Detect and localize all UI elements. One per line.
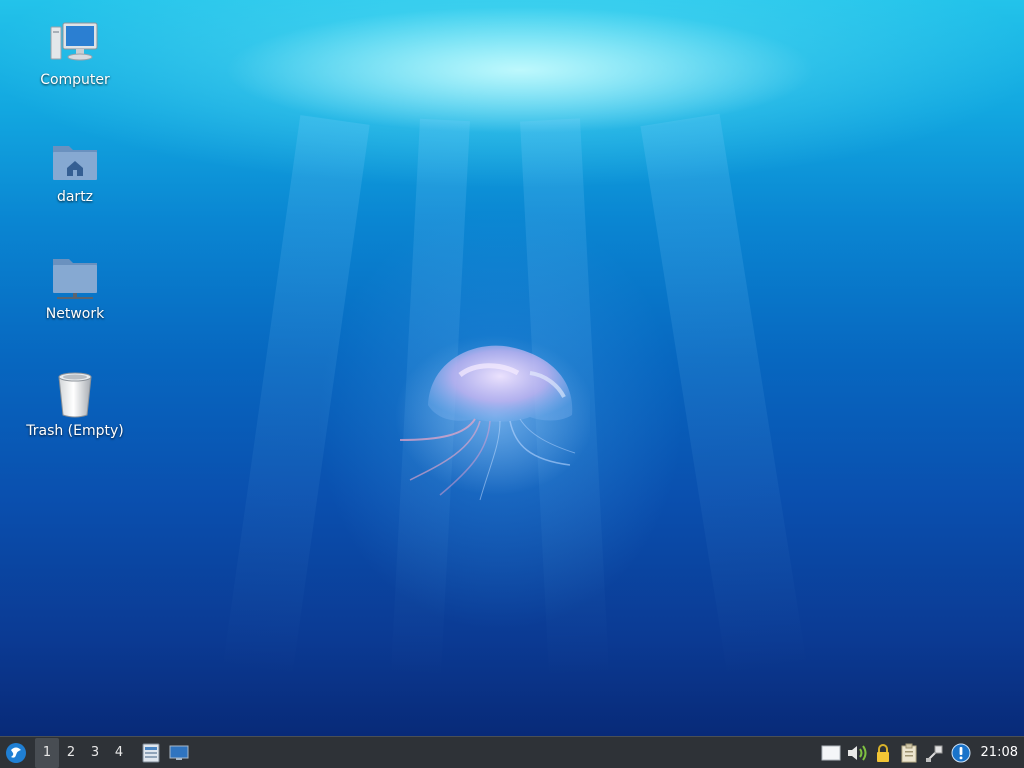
clipboard-icon bbox=[901, 743, 917, 762]
taskbar: 1 2 3 4 21:08 bbox=[0, 736, 1024, 768]
volume-icon bbox=[847, 744, 867, 761]
clock[interactable]: 21:08 bbox=[981, 745, 1018, 760]
workspace-switcher: 1 2 3 4 bbox=[35, 737, 131, 768]
workspace-4-button[interactable]: 4 bbox=[107, 738, 131, 768]
desktop-background[interactable]: Computer dartz Network Trash (Empty) bbox=[0, 0, 1024, 736]
file-manager-launcher[interactable] bbox=[137, 738, 165, 768]
desktop-icon-label: dartz bbox=[56, 189, 94, 205]
show-desktop-icon bbox=[169, 745, 189, 760]
update-notifier-icon bbox=[951, 743, 971, 762]
volume-button[interactable] bbox=[845, 738, 869, 768]
removable-drive-icon bbox=[821, 745, 841, 760]
desktop-icon-trash[interactable]: Trash (Empty) bbox=[20, 371, 130, 439]
light-ray bbox=[222, 115, 370, 680]
workspace-1-button[interactable]: 1 bbox=[35, 737, 59, 768]
jellyfish-illustration bbox=[395, 335, 590, 501]
desktop-icon-label: Computer bbox=[40, 72, 110, 88]
network-status-button[interactable] bbox=[923, 738, 947, 768]
start-menu-button[interactable] bbox=[1, 738, 31, 768]
clipboard-button[interactable] bbox=[897, 738, 921, 768]
home-folder-icon bbox=[49, 137, 101, 185]
computer-icon bbox=[49, 20, 101, 68]
network-folder-icon bbox=[49, 254, 101, 302]
trash-icon bbox=[49, 371, 101, 419]
desktop-icon-network[interactable]: Network bbox=[20, 254, 130, 322]
light-ray bbox=[640, 113, 808, 680]
desktop-icon-label: Network bbox=[45, 306, 105, 322]
removable-drive-button[interactable] bbox=[819, 738, 843, 768]
desktop-icon-home[interactable]: dartz bbox=[20, 137, 130, 205]
workspace-3-button[interactable]: 3 bbox=[83, 738, 107, 768]
lubuntu-menu-icon bbox=[6, 742, 26, 763]
lock-screen-button[interactable] bbox=[871, 738, 895, 768]
workspace-2-button[interactable]: 2 bbox=[59, 738, 83, 768]
desktop-icon-label: Trash (Empty) bbox=[26, 423, 124, 439]
network-status-icon bbox=[925, 745, 943, 762]
quick-launch bbox=[137, 738, 193, 768]
system-tray: 21:08 bbox=[817, 738, 1024, 768]
file-manager-icon bbox=[142, 743, 160, 762]
lock-screen-icon bbox=[876, 743, 889, 762]
update-notifier-button[interactable] bbox=[949, 738, 973, 768]
show-desktop-launcher[interactable] bbox=[165, 738, 193, 768]
desktop-icon-computer[interactable]: Computer bbox=[20, 20, 130, 88]
